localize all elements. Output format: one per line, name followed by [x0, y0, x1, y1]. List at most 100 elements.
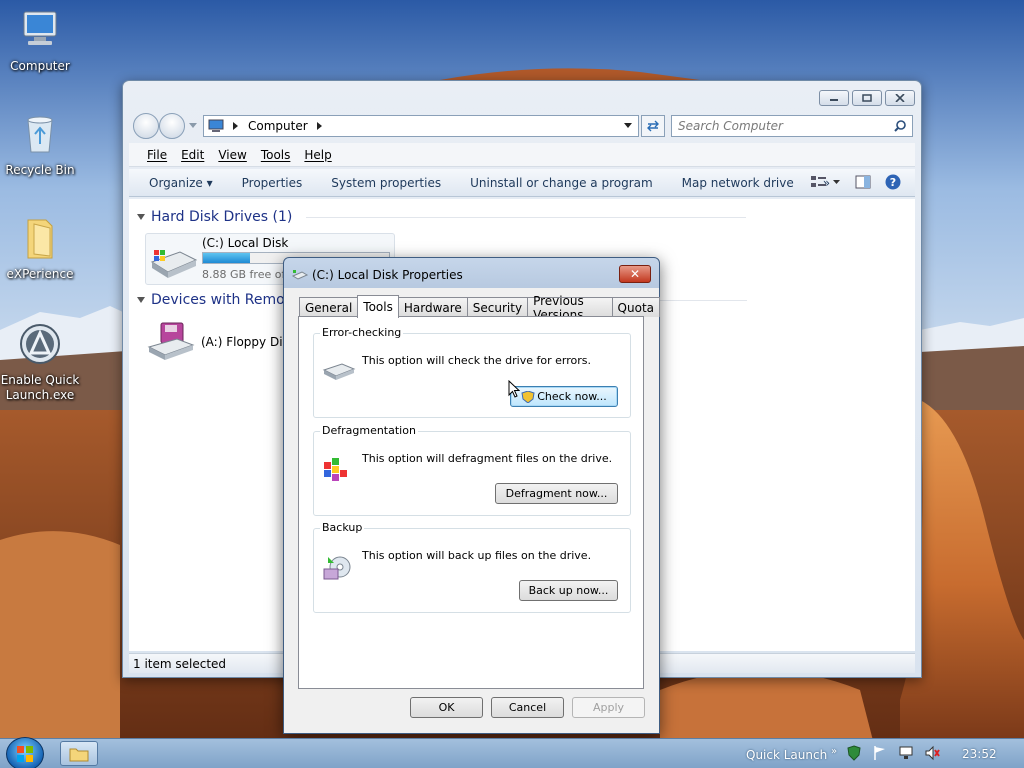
preview-pane-icon[interactable] — [855, 175, 871, 189]
chevron-down-icon: ▾ — [206, 175, 213, 190]
backup-group: Backup This option will back up files on… — [313, 521, 631, 613]
dialog-close-button[interactable]: ✕ — [619, 265, 651, 283]
dialog-title: (C:) Local Disk Properties — [312, 268, 463, 282]
taskbar: Quick Launch » 23:52 — [0, 737, 1024, 768]
cancel-button[interactable]: Cancel — [491, 697, 564, 718]
maximize-icon — [862, 94, 872, 102]
drive-c-free-space: 8.88 GB free of 1 — [202, 268, 286, 281]
address-dropdown-icon[interactable] — [624, 123, 632, 129]
map-network-drive-button[interactable]: Map network drive — [682, 176, 794, 190]
status-text: 1 item selected — [133, 656, 227, 671]
address-bar[interactable]: Computer — [203, 115, 639, 137]
hard-drive-icon — [322, 363, 356, 380]
minimize-icon — [830, 99, 838, 101]
maximize-button[interactable] — [852, 90, 882, 106]
group-description: This option will back up files on the dr… — [362, 549, 592, 562]
forward-button[interactable] — [159, 113, 185, 139]
desktop-icon-label: Launch.exe — [5, 388, 75, 402]
recent-pages-dropdown-icon[interactable] — [189, 123, 197, 129]
group-legend: Backup — [320, 521, 365, 534]
menu-tools[interactable]: Tools — [261, 148, 291, 162]
desktop-icon-label: Computer — [10, 59, 70, 73]
tab-strip: General Tools Hardware Security Previous… — [299, 294, 660, 322]
desktop-icon-computer[interactable]: Computer — [0, 8, 80, 74]
properties-dialog: (C:) Local Disk Properties ✕ General Too… — [283, 257, 660, 734]
back-button[interactable] — [133, 113, 159, 139]
system-tray — [846, 745, 940, 761]
collapse-arrow-icon[interactable] — [137, 296, 145, 304]
quick-launch-app-icon — [20, 324, 60, 364]
hard-drive-icon — [150, 250, 198, 278]
taskbar-explorer-button[interactable] — [60, 741, 98, 766]
refresh-button[interactable] — [641, 115, 665, 137]
defragmentation-group: Defragmentation This option will defragm… — [313, 424, 631, 516]
group-description: This option will check the drive for err… — [362, 354, 591, 367]
windows-logo-icon — [17, 746, 33, 762]
apply-button[interactable]: Apply — [572, 697, 645, 718]
clock[interactable]: 23:52 — [962, 747, 997, 761]
desktop-icon-recycle-bin[interactable]: Recycle Bin — [0, 112, 80, 178]
breadcrumb-arrow-icon[interactable] — [316, 122, 324, 130]
start-button[interactable] — [6, 737, 44, 768]
defragment-now-button[interactable]: Defragment now... — [495, 483, 618, 504]
menu-view[interactable]: View — [218, 148, 246, 162]
security-shield-icon[interactable] — [846, 745, 862, 761]
network-icon[interactable] — [898, 745, 914, 761]
cancel-label: Cancel — [508, 701, 547, 714]
group-description: This option will defragment files on the… — [362, 452, 613, 465]
folder-icon — [27, 219, 53, 259]
breadcrumb-arrow-icon[interactable] — [232, 122, 240, 130]
menu-file[interactable]: File — [147, 148, 167, 162]
uninstall-program-button[interactable]: Uninstall or change a program — [470, 176, 653, 190]
collapse-arrow-icon[interactable] — [137, 213, 145, 221]
desktop-icon-enable-quick-launch[interactable]: Enable Quick Launch.exe — [0, 322, 80, 403]
menu-help[interactable]: Help — [304, 148, 331, 162]
help-icon[interactable]: ? — [885, 174, 901, 190]
organize-button[interactable]: Organize ▾ — [149, 176, 213, 190]
address-row: Computer Search Computer — [131, 113, 913, 139]
tab-security[interactable]: Security — [466, 297, 529, 317]
search-icon[interactable] — [894, 120, 906, 132]
folder-icon — [69, 748, 89, 761]
command-bar: Organize ▾ Properties System properties … — [129, 169, 915, 197]
action-center-flag-icon[interactable] — [872, 745, 888, 761]
drive-c-name: (C:) Local Disk — [202, 236, 289, 250]
tab-previous-versions[interactable]: Previous Versions — [527, 294, 613, 322]
ok-label: OK — [438, 701, 455, 714]
ok-button[interactable]: OK — [410, 697, 483, 718]
check-now-button[interactable]: Check now... — [510, 386, 618, 407]
views-icon[interactable] — [811, 175, 841, 189]
desktop-icon-label: Recycle Bin — [5, 163, 75, 177]
close-button[interactable] — [885, 90, 915, 106]
tab-tools[interactable]: Tools — [357, 295, 399, 318]
mouse-cursor-icon — [508, 380, 520, 398]
tab-general[interactable]: General — [299, 297, 359, 317]
minimize-button[interactable] — [819, 90, 849, 106]
breadcrumb-computer[interactable]: Computer — [248, 119, 308, 133]
check-now-label: Check now... — [537, 390, 607, 403]
svg-text:?: ? — [890, 176, 896, 189]
organize-label: Organize — [149, 175, 203, 190]
tab-quota[interactable]: Quota — [611, 297, 660, 317]
menu-edit[interactable]: Edit — [181, 148, 204, 162]
floppy-drive-name[interactable]: (A:) Floppy Disk — [201, 335, 296, 349]
system-properties-button[interactable]: System properties — [331, 176, 441, 190]
volume-muted-icon[interactable] — [924, 745, 940, 761]
group-legend: Error-checking — [320, 326, 404, 339]
view-controls: ? — [811, 174, 901, 190]
properties-button[interactable]: Properties — [242, 176, 303, 190]
search-input[interactable]: Search Computer — [671, 115, 913, 137]
quick-launch-chevron-icon: » — [831, 746, 838, 757]
quick-launch-label[interactable]: Quick Launch » — [746, 746, 837, 762]
tab-hardware[interactable]: Hardware — [397, 297, 468, 317]
group-header-hard-disks[interactable]: Hard Disk Drives (1) — [137, 209, 746, 225]
refresh-icon — [647, 120, 659, 132]
recycle-bin-icon — [27, 116, 53, 153]
search-placeholder: Search Computer — [678, 119, 783, 133]
floppy-drive-icon[interactable] — [147, 321, 195, 361]
quick-launch-text: Quick Launch — [746, 748, 828, 762]
back-up-now-button[interactable]: Back up now... — [519, 580, 618, 601]
apply-label: Apply — [592, 701, 625, 714]
caption-buttons — [819, 90, 915, 106]
desktop-icon-experience[interactable]: eXPerience — [0, 216, 80, 282]
